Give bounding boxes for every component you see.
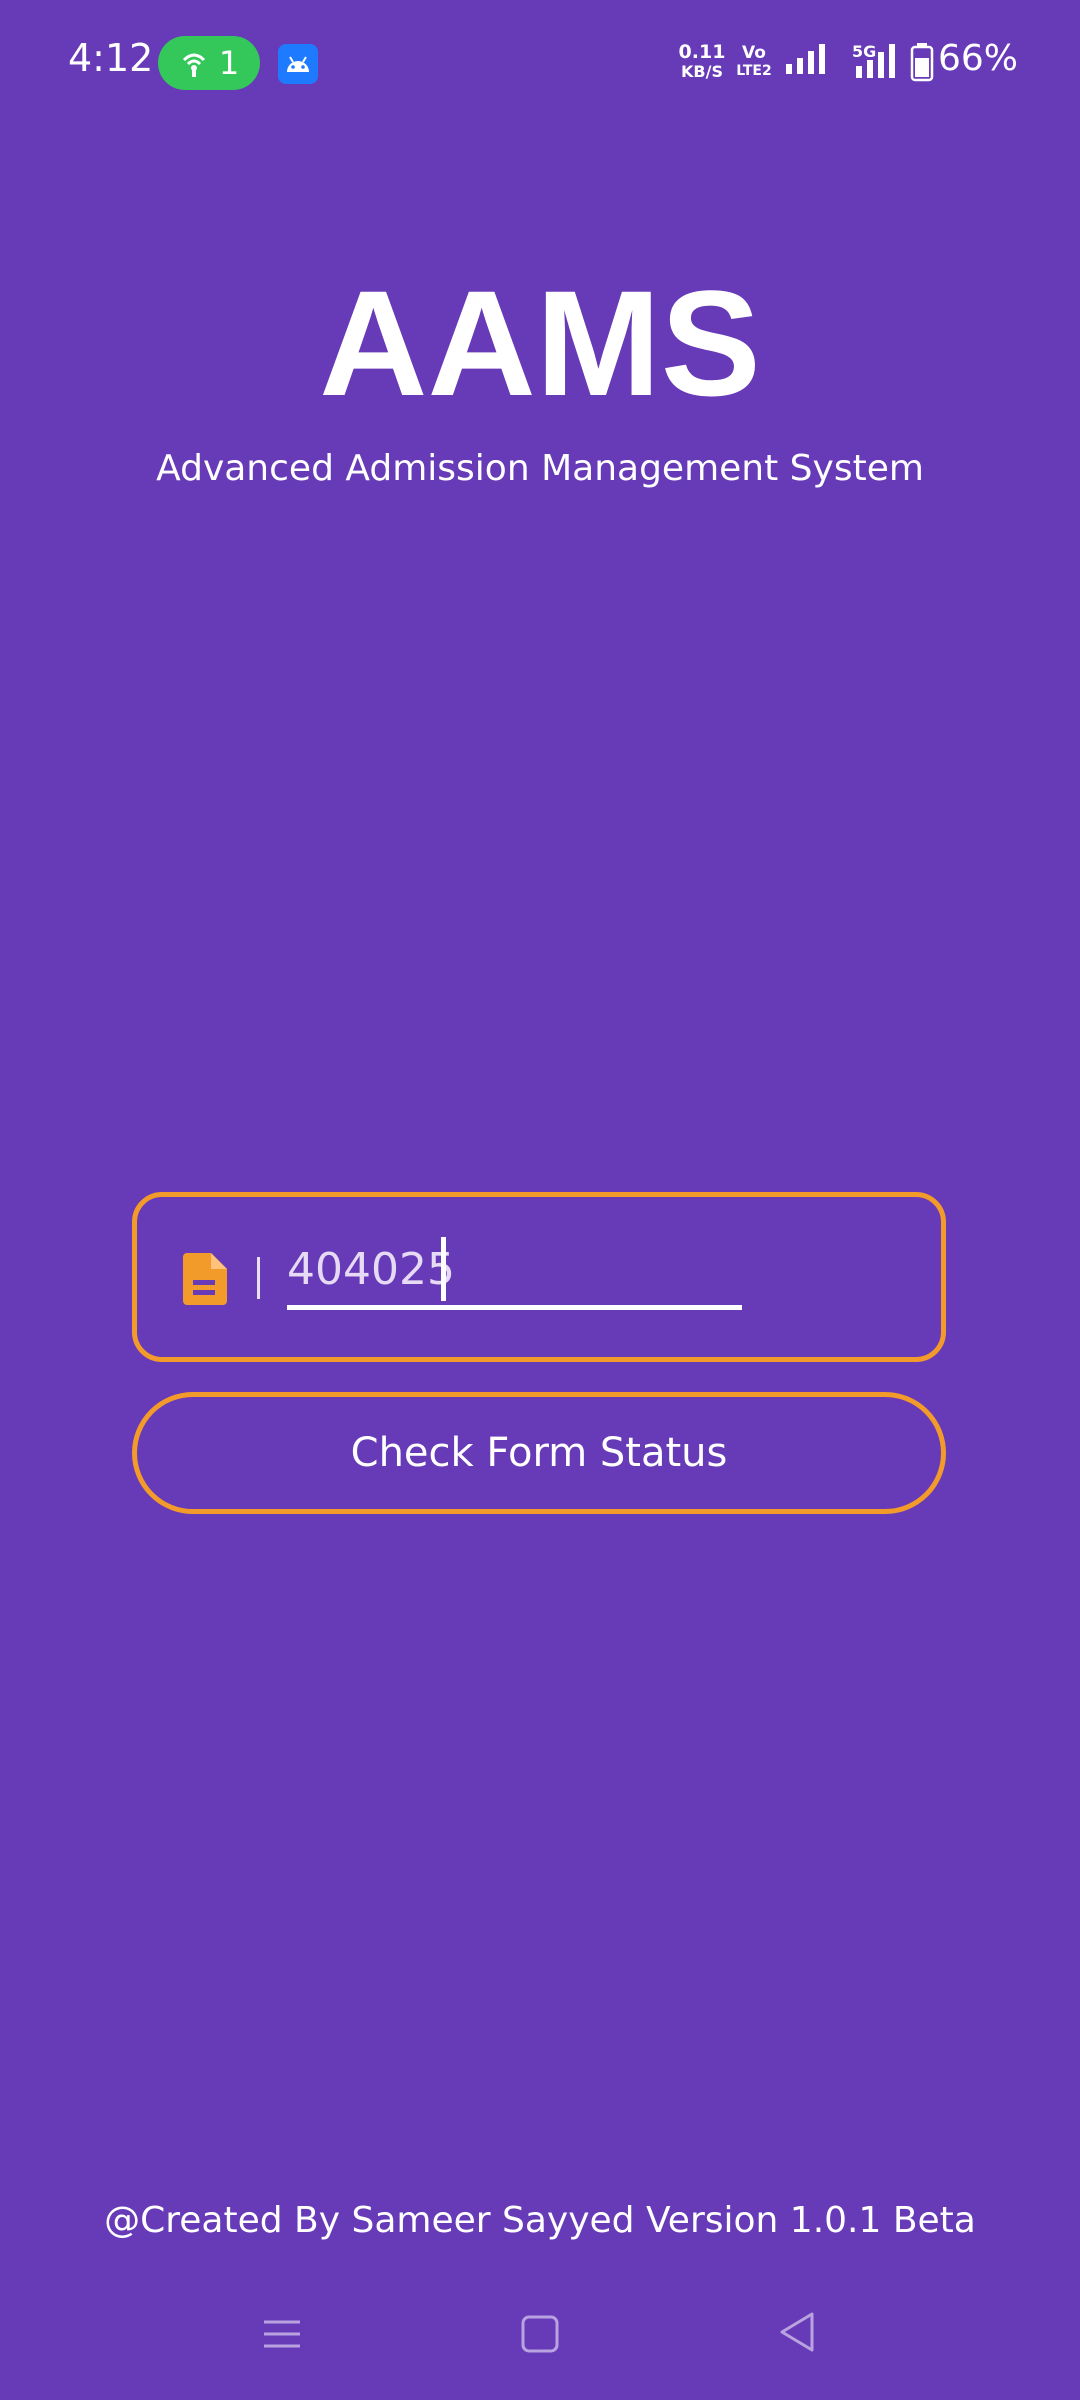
text-cursor: [441, 1237, 446, 1301]
signal-5g-icon: [856, 44, 895, 78]
volte-top: Vo: [742, 43, 766, 63]
footer-credit: @Created By Sameer Sayyed Version 1.0.1 …: [104, 2200, 976, 2241]
signal-icon: [786, 44, 825, 74]
android-icon: [287, 56, 309, 72]
battery-icon: [910, 43, 934, 82]
back-icon[interactable]: [778, 2310, 818, 2354]
form-number-input[interactable]: [287, 1233, 742, 1310]
network-speed-value: 0.11: [678, 41, 726, 63]
home-icon[interactable]: [520, 2312, 560, 2356]
battery-percentage: 66%: [938, 38, 1019, 79]
status-bar: 4:12 1 0.11 KB/S Vo LTE2 5G 66%: [0, 0, 1080, 125]
hotspot-icon: [182, 53, 205, 77]
form-number-card: [132, 1192, 946, 1362]
check-form-status-button[interactable]: Check Form Status: [132, 1392, 946, 1514]
menu-icon[interactable]: [262, 2314, 302, 2354]
network-speed-unit: KB/S: [681, 62, 723, 81]
navigation-bar: [0, 2290, 1080, 2400]
network-speed: 0.11 KB/S: [672, 42, 732, 82]
field-divider: [257, 1257, 260, 1299]
document-icon: [183, 1253, 227, 1305]
volte-bottom: LTE2: [736, 63, 772, 79]
app-subtitle: Advanced Admission Management System: [156, 448, 924, 489]
hotspot-pill[interactable]: 1: [158, 36, 260, 90]
hotspot-count: 1: [218, 44, 240, 82]
volte-indicator: Vo LTE2: [732, 44, 776, 80]
android-notification: [278, 44, 318, 84]
status-time: 4:12: [68, 36, 154, 80]
app-title: AAMS: [319, 259, 761, 427]
